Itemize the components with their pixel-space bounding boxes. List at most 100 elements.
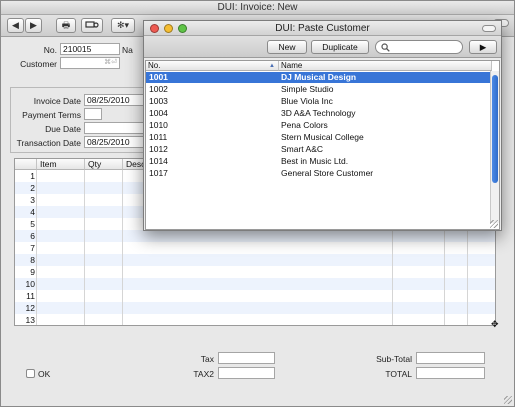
customer-row[interactable]: 1011 Stern Musical College <box>146 132 491 143</box>
due-date-field[interactable] <box>84 122 146 134</box>
customer-row[interactable]: 1002 Simple Studio <box>146 84 491 95</box>
customer-number: 1001 <box>149 72 168 82</box>
table-row[interactable]: 9 <box>15 266 495 278</box>
customer-number: 1014 <box>149 156 168 166</box>
dialog-title: DUI: Paste Customer <box>144 21 501 36</box>
dialog-resize-handle[interactable] <box>490 220 498 228</box>
list-scrollbar[interactable] <box>490 71 499 223</box>
tax-label: Tax <box>200 354 214 364</box>
customer-row[interactable]: 1003 Blue Viola Inc <box>146 96 491 107</box>
row-number: 1 <box>30 171 35 181</box>
no-label: No. <box>43 45 57 55</box>
row-number: 13 <box>25 315 35 325</box>
minimize-icon[interactable] <box>164 24 173 33</box>
customer-row[interactable]: 1010 Pena Colors <box>146 120 491 131</box>
row-number: 6 <box>30 231 35 241</box>
dialog-toolbar: New Duplicate ▶ <box>144 36 501 58</box>
customer-number: 1010 <box>149 120 168 130</box>
row-number: 8 <box>30 255 35 265</box>
window-resize-handle[interactable] <box>504 396 512 404</box>
customer-name: Simple Studio <box>281 84 334 94</box>
customer-row[interactable]: 1014 Best in Music Ltd. <box>146 156 491 167</box>
subtotal-label: Sub-Total <box>376 354 412 364</box>
prev-record-button[interactable]: ◀ <box>7 18 24 33</box>
tax-field[interactable] <box>218 352 275 364</box>
table-row[interactable]: 7 <box>15 242 495 254</box>
new-button[interactable]: New <box>267 40 307 54</box>
qty-column-header: Qty <box>85 159 123 170</box>
print-preview-icon <box>85 21 99 28</box>
row-number: 12 <box>25 303 35 313</box>
customer-number: 1011 <box>149 132 168 142</box>
row-number: 11 <box>26 291 35 301</box>
invoice-number-field[interactable]: 210015 <box>60 43 120 55</box>
row-number: 5 <box>30 219 35 229</box>
duplicate-button[interactable]: Duplicate <box>311 40 369 54</box>
arrow-right-icon: ▶ <box>30 20 37 30</box>
subtotal-field[interactable] <box>416 352 485 364</box>
due-date-label: Due Date <box>45 124 81 134</box>
ok-checkbox[interactable] <box>26 369 35 378</box>
search-input[interactable] <box>375 40 463 54</box>
sort-ascending-icon: ▲ <box>269 63 275 69</box>
customer-name: Pena Colors <box>281 120 328 130</box>
zoom-icon[interactable] <box>178 24 187 33</box>
tax2-label: TAX2 <box>193 369 214 379</box>
actions-menu-button[interactable]: ✻▾ <box>111 18 135 33</box>
payment-terms-label: Payment Terms <box>22 110 81 120</box>
customer-row[interactable]: 1012 Smart A&C <box>146 144 491 155</box>
customer-name: Blue Viola Inc <box>281 96 333 106</box>
print-preview-button[interactable] <box>81 18 103 33</box>
name-label: Na <box>122 45 133 55</box>
row-number: 2 <box>30 183 35 193</box>
customer-field[interactable]: ⌘⏎ <box>60 57 120 69</box>
customer-row[interactable]: 1017 General Store Customer <box>146 168 491 179</box>
item-column-header: Item <box>37 159 85 170</box>
total-label: TOTAL <box>385 369 412 379</box>
table-row[interactable]: 12 <box>15 302 495 314</box>
row-number: 9 <box>30 267 35 277</box>
grid-resize-icon[interactable]: ✥ <box>491 319 499 330</box>
no-column-header[interactable]: No. ▲ <box>146 61 279 71</box>
customer-list[interactable]: No. ▲ Name 1001 DJ Musical Design 1002 Simp… <box>145 60 500 230</box>
row-number: 7 <box>30 243 35 253</box>
total-field[interactable] <box>416 367 485 379</box>
search-icon <box>381 43 390 52</box>
go-button[interactable]: ▶ <box>469 40 497 54</box>
table-row[interactable]: 10 <box>15 278 495 290</box>
customer-name: 3D A&A Technology <box>281 108 356 118</box>
next-record-button[interactable]: ▶ <box>25 18 42 33</box>
invoice-date-field[interactable]: 08/25/2010 <box>84 94 146 106</box>
print-button[interactable]: 🖶 <box>56 18 76 33</box>
name-column-header[interactable]: Name <box>279 61 492 71</box>
customer-name: DJ Musical Design <box>281 72 357 82</box>
scroll-thumb[interactable] <box>492 75 498 183</box>
transaction-date-field[interactable]: 08/25/2010 <box>84 136 146 148</box>
paste-customer-dialog: DUI: Paste Customer New Duplicate ▶ No. … <box>143 20 502 231</box>
row-number: 10 <box>25 279 35 289</box>
invoice-date-label: Invoice Date <box>33 96 81 106</box>
table-row[interactable]: 8 <box>15 254 495 266</box>
dialog-toolbar-toggle[interactable] <box>482 25 496 32</box>
row-number: 4 <box>30 207 35 217</box>
table-row[interactable]: 11 <box>15 290 495 302</box>
customer-number: 1003 <box>149 96 168 106</box>
arrow-left-icon: ◀ <box>12 20 19 30</box>
window-title: DUI: Invoice: New <box>1 1 514 15</box>
row-number: 3 <box>30 195 35 205</box>
table-row[interactable]: 13 <box>15 314 495 325</box>
customer-row[interactable]: 1001 DJ Musical Design <box>146 72 491 83</box>
payment-terms-field[interactable] <box>84 108 102 120</box>
paste-shortcut-icon: ⌘⏎ <box>104 59 117 66</box>
customer-label: Customer <box>20 59 57 69</box>
close-icon[interactable] <box>150 24 159 33</box>
printer-icon: 🖶 <box>61 20 71 30</box>
customer-row[interactable]: 1004 3D A&A Technology <box>146 108 491 119</box>
row-number-header <box>15 159 37 170</box>
customer-name: Smart A&C <box>281 144 324 154</box>
gear-icon: ✻▾ <box>116 20 130 30</box>
customer-name: Best in Music Ltd. <box>281 156 349 166</box>
table-row[interactable]: 6 <box>15 230 495 242</box>
transaction-date-label: Transaction Date <box>16 138 81 148</box>
tax2-field[interactable] <box>218 367 275 379</box>
